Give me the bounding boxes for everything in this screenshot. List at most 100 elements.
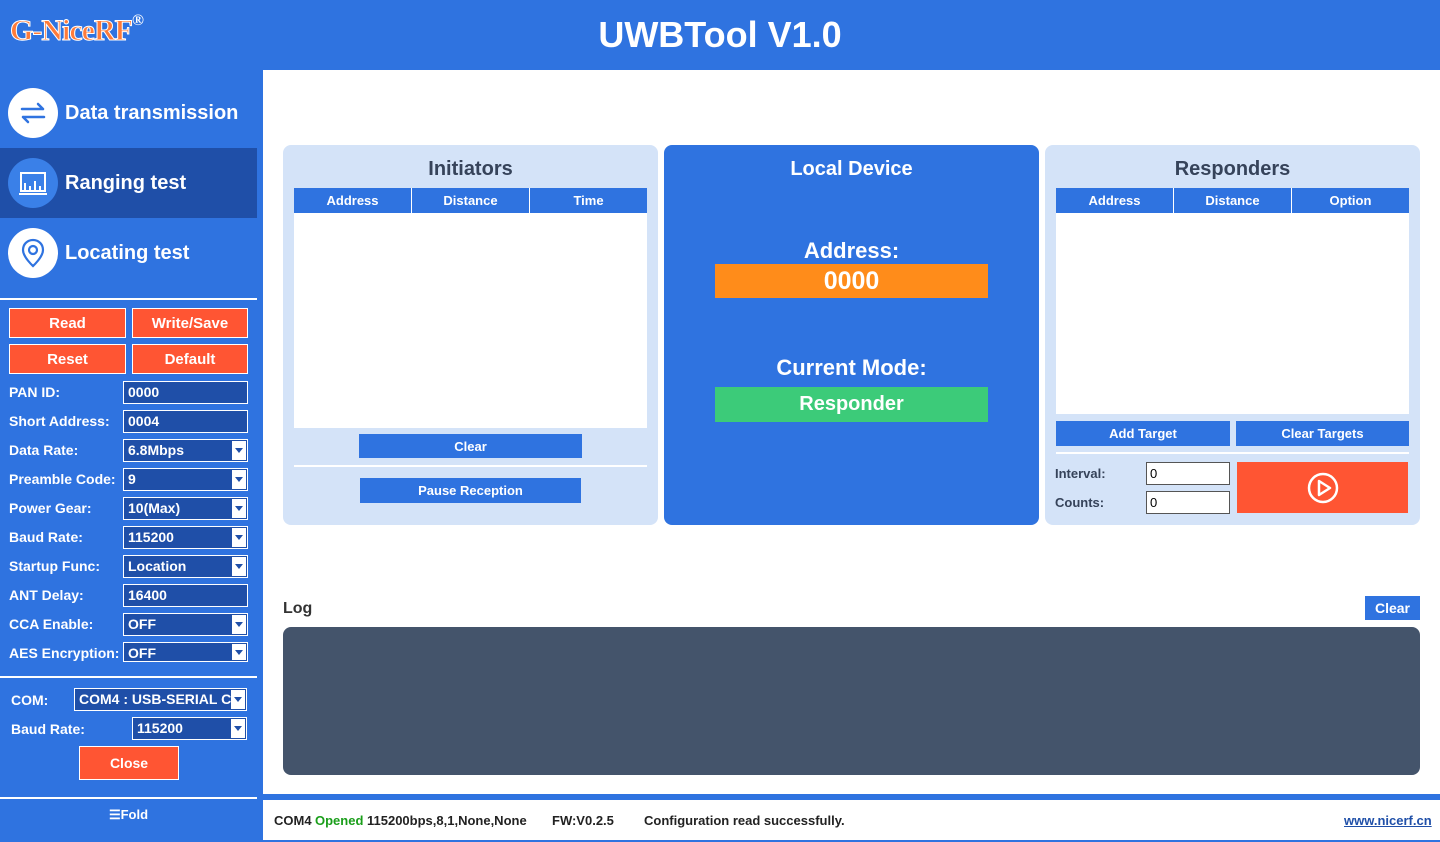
column-header[interactable]: Distance xyxy=(1174,188,1292,213)
aes-encryption-value: OFF xyxy=(128,645,156,661)
fold-button[interactable]: ☰Fold xyxy=(0,807,257,823)
fold-label: Fold xyxy=(120,807,149,822)
preamble-code-label: Preamble Code: xyxy=(9,471,116,487)
default-button[interactable]: Default xyxy=(132,344,248,374)
sidebar-divider xyxy=(0,797,257,799)
cca-enable-select[interactable]: OFF xyxy=(123,613,248,636)
pan-id-label: PAN ID: xyxy=(9,384,61,400)
ant-delay-value: 16400 xyxy=(128,587,167,603)
chevron-down-icon[interactable] xyxy=(232,441,246,460)
nav-locating-test[interactable]: Locating test xyxy=(0,218,257,288)
write-save-button[interactable]: Write/Save xyxy=(132,308,248,338)
local-device-title: Local Device xyxy=(790,158,913,180)
ant-delay-label: ANT Delay: xyxy=(9,587,84,603)
chevron-down-icon[interactable] xyxy=(232,528,246,547)
power-gear-label: Power Gear: xyxy=(9,500,92,516)
app-header: G-NiceRF® UWBTool V1.0 xyxy=(0,0,1440,66)
data-rate-value: 6.8Mbps xyxy=(128,442,185,458)
location-pin-icon xyxy=(8,228,58,278)
aes-encryption-label: AES Encryption: xyxy=(9,645,120,661)
preamble-code-select[interactable]: 9 xyxy=(123,468,248,491)
sidebar-divider xyxy=(0,298,257,300)
panel-divider xyxy=(294,465,647,467)
sidebar-divider xyxy=(0,676,257,678)
play-icon xyxy=(1307,472,1338,503)
responders-table-body[interactable] xyxy=(1056,213,1409,414)
short-address-label: Short Address: xyxy=(9,413,110,429)
pan-id-value: 0000 xyxy=(128,384,160,400)
log-output[interactable] xyxy=(283,627,1420,775)
baud-rate-value: 115200 xyxy=(128,529,174,545)
read-button[interactable]: Read xyxy=(9,308,126,338)
nav-ranging-test[interactable]: Ranging test xyxy=(0,148,257,218)
nav-label: Ranging test xyxy=(65,171,187,194)
reset-button[interactable]: Reset xyxy=(9,344,126,374)
log-clear-button[interactable]: Clear xyxy=(1365,596,1420,620)
initiators-table-body[interactable] xyxy=(294,213,647,428)
chevron-down-icon[interactable] xyxy=(232,557,246,576)
interval-label: Interval: xyxy=(1055,466,1106,481)
short-address-input[interactable]: 0004 xyxy=(123,410,248,433)
serial-baud-select[interactable]: 115200 xyxy=(132,717,247,740)
responders-table-header: Address Distance Option xyxy=(1056,188,1409,213)
pan-id-input[interactable]: 0000 xyxy=(123,381,248,404)
chevron-down-icon[interactable] xyxy=(232,470,246,489)
pause-reception-button[interactable]: Pause Reception xyxy=(360,478,581,503)
startup-func-select[interactable]: Location xyxy=(123,555,248,578)
com-port-select[interactable]: COM4 : USB-SERIAL CI xyxy=(74,688,247,711)
baud-rate-select[interactable]: 115200 xyxy=(123,526,248,549)
status-port: COM4 xyxy=(274,813,312,828)
initiators-table-header: Address Distance Time xyxy=(294,188,647,213)
preamble-code-value: 9 xyxy=(128,471,136,487)
com-label: COM: xyxy=(11,692,49,708)
interval-input[interactable]: 0 xyxy=(1146,462,1230,485)
local-device-panel: Local Device Address: 0000 Current Mode:… xyxy=(664,145,1039,525)
initiators-title: Initiators xyxy=(428,158,513,180)
counts-input[interactable]: 0 xyxy=(1146,491,1230,514)
status-message: Configuration read successfully. xyxy=(644,813,845,828)
responders-title: Responders xyxy=(1174,158,1291,180)
data-rate-select[interactable]: 6.8Mbps xyxy=(123,439,248,462)
chevron-down-icon[interactable] xyxy=(232,499,246,518)
status-state: Opened xyxy=(315,813,364,828)
chevron-down-icon[interactable] xyxy=(232,644,246,660)
main-panel: Initiators Address Distance Time Clear P… xyxy=(263,70,1440,794)
panel-divider xyxy=(1056,452,1409,454)
close-port-button[interactable]: Close xyxy=(79,746,179,780)
chevron-down-icon[interactable] xyxy=(231,719,245,738)
cca-enable-label: CCA Enable: xyxy=(9,616,94,632)
website-link[interactable]: www.nicerf.cn xyxy=(1344,813,1432,828)
column-header[interactable]: Distance xyxy=(412,188,530,213)
baud-rate-label: Baud Rate: xyxy=(9,529,83,545)
clear-targets-button[interactable]: Clear Targets xyxy=(1236,421,1409,446)
startup-func-value: Location xyxy=(128,558,187,574)
start-ranging-button[interactable] xyxy=(1237,462,1408,513)
fold-icon: ☰ xyxy=(108,807,121,822)
responders-panel: Responders Address Distance Option Add T… xyxy=(1045,145,1420,525)
chevron-down-icon[interactable] xyxy=(232,615,246,634)
column-header[interactable]: Address xyxy=(1056,188,1174,213)
transfer-arrows-icon xyxy=(8,88,58,138)
aes-encryption-select[interactable]: OFF xyxy=(123,642,248,662)
chevron-down-icon[interactable] xyxy=(231,690,245,709)
ruler-icon xyxy=(8,158,58,208)
address-value: 0000 xyxy=(715,264,988,298)
current-mode-value: Responder xyxy=(715,387,988,422)
firmware-version: FW:V0.2.5 xyxy=(552,813,614,828)
short-address-value: 0004 xyxy=(128,413,160,429)
counts-label: Counts: xyxy=(1055,495,1105,510)
status-params: 115200bps,8,1,None,None xyxy=(367,813,527,828)
address-label: Address: xyxy=(803,238,900,263)
column-header[interactable]: Address xyxy=(294,188,412,213)
add-target-button[interactable]: Add Target xyxy=(1056,421,1230,446)
column-header[interactable]: Option xyxy=(1292,188,1409,213)
ant-delay-input[interactable]: 16400 xyxy=(123,584,248,607)
initiators-clear-button[interactable]: Clear xyxy=(359,434,582,458)
nav-data-transmission[interactable]: Data transmission xyxy=(0,78,257,148)
power-gear-select[interactable]: 10(Max) xyxy=(123,497,248,520)
initiators-panel: Initiators Address Distance Time Clear P… xyxy=(283,145,658,525)
serial-baud-label: Baud Rate: xyxy=(11,721,85,737)
power-gear-value: 10(Max) xyxy=(128,500,181,516)
column-header[interactable]: Time xyxy=(530,188,647,213)
status-bar: COM4 Opened 115200bps,8,1,None,None FW:V… xyxy=(263,800,1440,840)
